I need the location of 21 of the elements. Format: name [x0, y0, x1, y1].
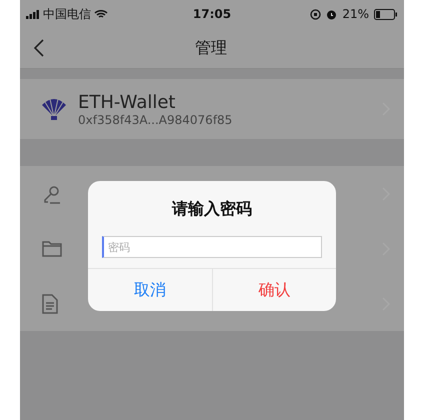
- wallet-address: 0xf358f43A...A984076f85: [78, 112, 234, 126]
- battery-percent: 21%: [342, 7, 369, 21]
- wallet-name: ETH-Wallet: [78, 92, 176, 112]
- cancel-button[interactable]: 取消: [88, 269, 212, 311]
- page-title: 管理: [194, 38, 228, 58]
- carrier-name: 中国电信: [43, 6, 91, 22]
- status-time: 17:05: [192, 7, 232, 21]
- dialog-title: 请输入密码: [170, 198, 253, 220]
- document-icon: [42, 294, 58, 314]
- key-icon: [42, 184, 62, 204]
- password-field[interactable]: 密码: [102, 236, 322, 258]
- rotation-lock-icon: [310, 8, 322, 20]
- shell-icon: [40, 97, 68, 121]
- folder-icon: [42, 240, 62, 257]
- back-icon[interactable]: [34, 39, 44, 57]
- alarm-icon: [326, 8, 338, 20]
- wifi-icon: [94, 9, 108, 19]
- battery-icon: [374, 8, 398, 20]
- signal-icon: [26, 10, 40, 18]
- confirm-button[interactable]: 确认: [212, 269, 336, 311]
- wallet-row[interactable]: ETH-Wallet 0xf358f43A...A984076f85: [20, 79, 404, 139]
